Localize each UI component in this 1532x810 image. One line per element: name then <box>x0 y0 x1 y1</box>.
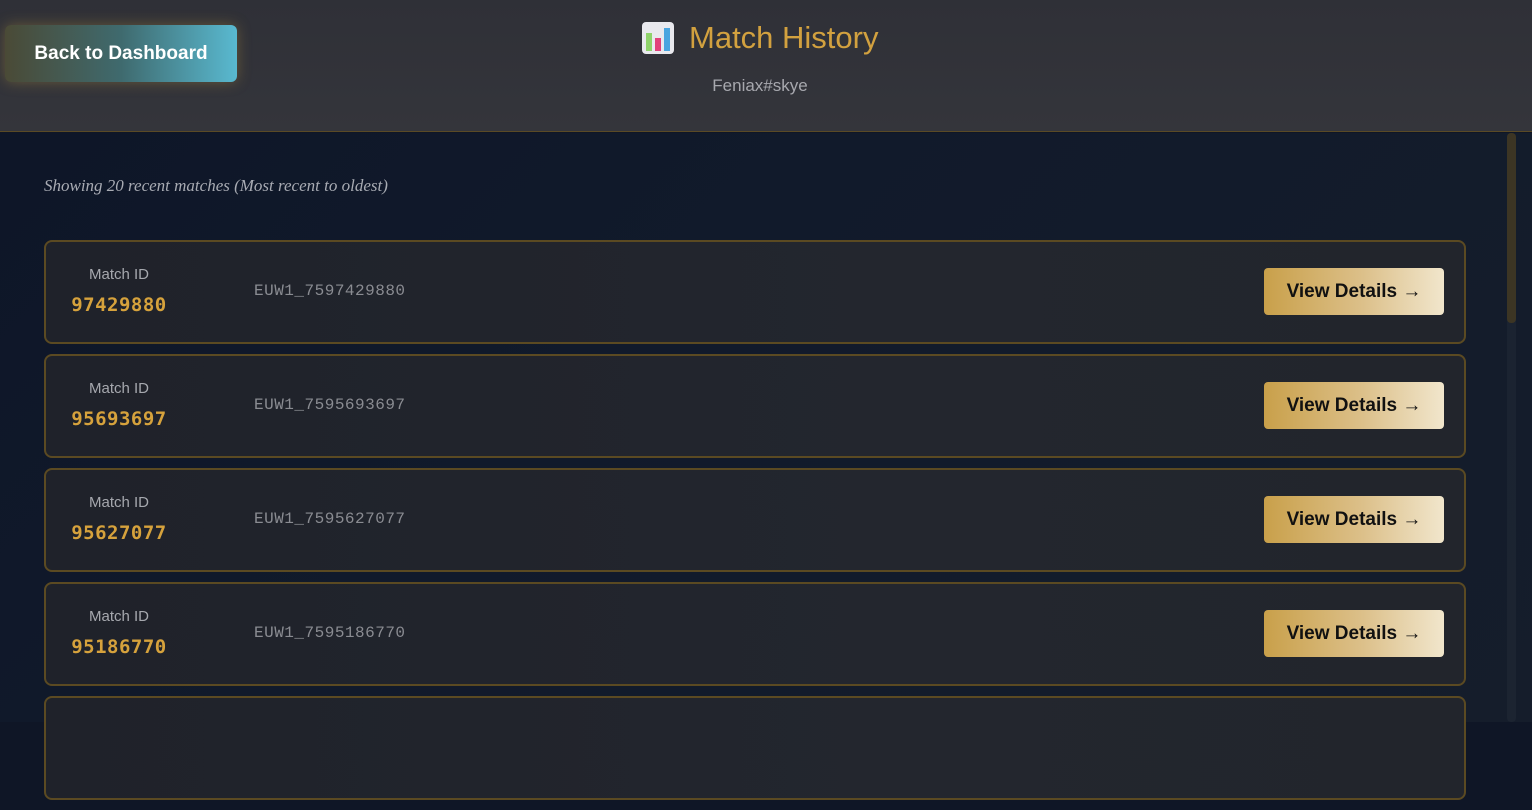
bar-chart-icon <box>642 22 674 54</box>
match-full-id: EUW1_7597429880 <box>254 282 406 300</box>
match-full-id: EUW1_7595627077 <box>254 510 406 528</box>
view-details-button[interactable]: View Details → <box>1264 268 1444 315</box>
match-id-label: Match ID <box>88 266 149 283</box>
match-card-partial <box>44 696 1466 800</box>
match-short-id: 97429880 <box>71 294 167 316</box>
title-group: Match History <box>641 18 878 58</box>
view-details-button[interactable]: View Details → <box>1264 496 1444 543</box>
match-card: Match ID 95627077 EUW1_7595627077 View D… <box>44 468 1466 572</box>
view-details-button[interactable]: View Details → <box>1264 382 1444 429</box>
scrollbar[interactable] <box>1507 133 1516 722</box>
match-card: Match ID 95186770 EUW1_7595186770 View D… <box>44 582 1466 686</box>
match-card: Match ID 97429880 EUW1_7597429880 View D… <box>44 240 1466 344</box>
view-details-button[interactable]: View Details → <box>1264 610 1444 657</box>
match-short-id: 95693697 <box>71 408 167 430</box>
matches-count-text: Showing 20 recent matches (Most recent t… <box>44 176 388 195</box>
main-content: Showing 20 recent matches (Most recent t… <box>0 133 1532 800</box>
back-to-dashboard-button[interactable]: Back to Dashboard <box>5 25 237 82</box>
player-name: Feniax#skye <box>712 76 808 95</box>
scrollbar-thumb[interactable] <box>1507 133 1516 323</box>
page-title: Match History <box>689 20 879 55</box>
match-short-id: 95186770 <box>71 636 167 658</box>
match-short-id: 95627077 <box>71 522 167 544</box>
match-id-label: Match ID <box>88 380 149 397</box>
match-full-id: EUW1_7595186770 <box>254 624 406 642</box>
match-card: Match ID 95693697 EUW1_7595693697 View D… <box>44 354 1466 458</box>
match-list: Match ID 97429880 EUW1_7597429880 View D… <box>44 240 1466 810</box>
page-header: Back to Dashboard Match History Feniax#s… <box>0 0 1532 132</box>
match-id-label: Match ID <box>88 608 149 625</box>
match-full-id: EUW1_7595693697 <box>254 396 406 414</box>
match-id-label: Match ID <box>88 494 149 511</box>
